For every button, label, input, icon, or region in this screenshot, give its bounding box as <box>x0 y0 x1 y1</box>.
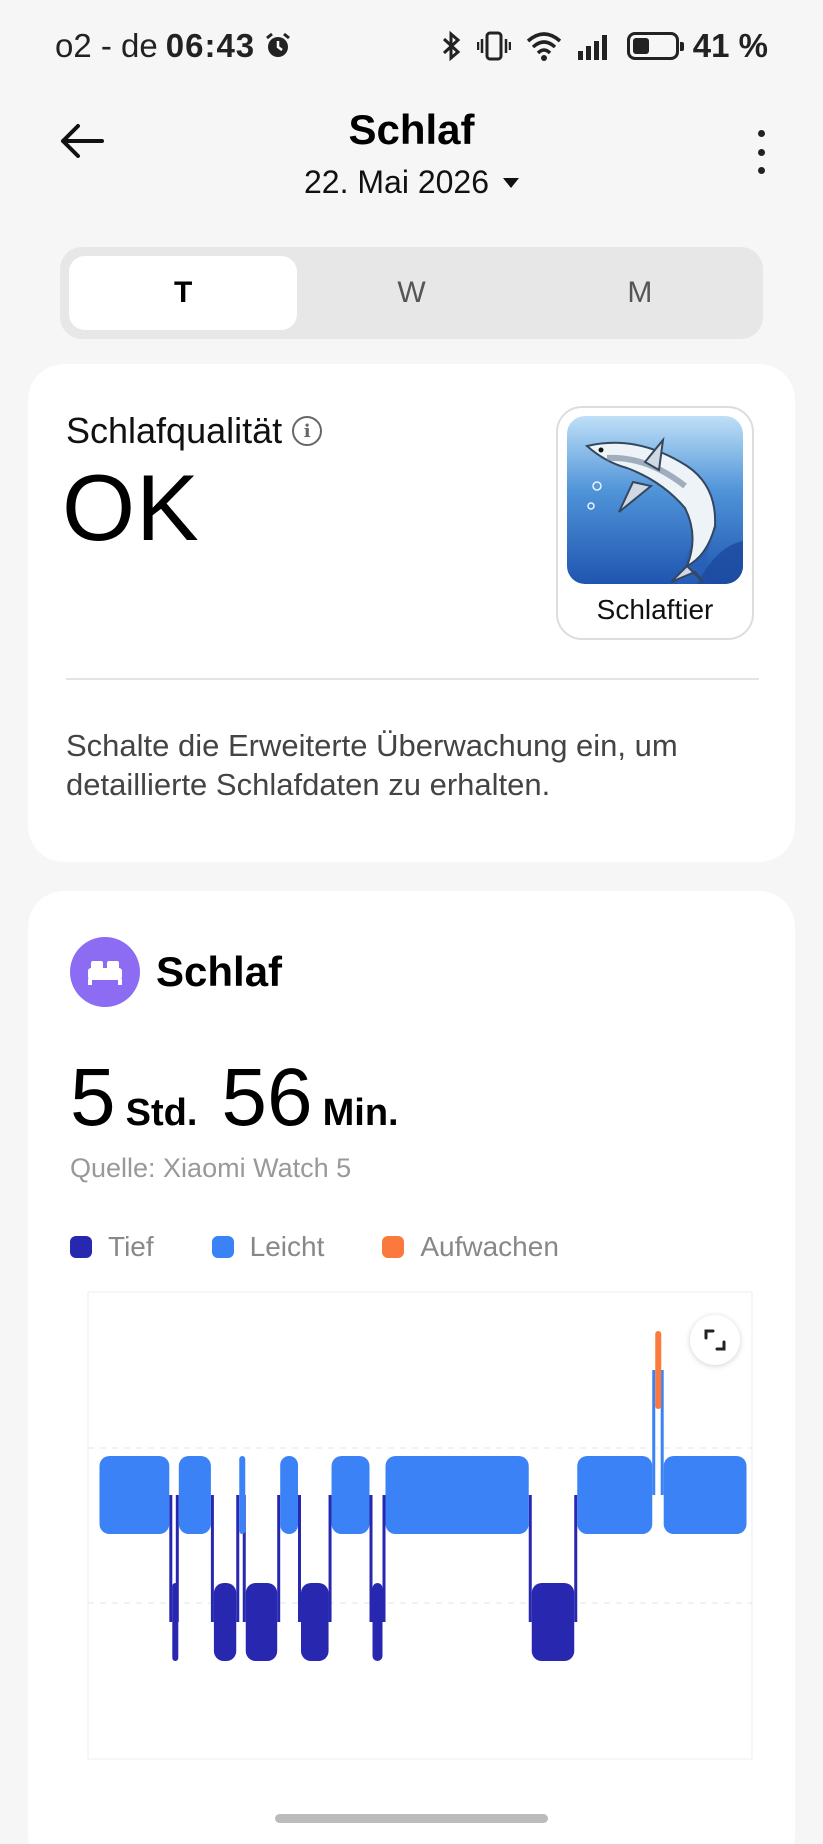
legend-awake: Aufwachen <box>382 1231 559 1263</box>
sleep-segment-leicht <box>239 1456 246 1534</box>
sleep-segment-tief <box>372 1583 383 1661</box>
alarm-icon <box>263 31 293 61</box>
date-label: 22. Mai 2026 <box>303 164 489 200</box>
vibrate-icon <box>476 30 511 62</box>
sleep-segment-leicht <box>331 1456 370 1534</box>
wifi-icon <box>525 30 563 62</box>
quality-label: Schlafqualität <box>66 410 283 451</box>
legend-swatch-deep <box>70 1236 92 1258</box>
duration-minutes-unit: Min. <box>322 1092 399 1134</box>
tab-month[interactable]: M <box>526 256 754 330</box>
more-dot-icon <box>757 130 765 137</box>
info-icon[interactable]: i <box>292 416 323 446</box>
sleep-segment-tief <box>301 1583 329 1661</box>
legend-label-awake: Aufwachen <box>420 1231 559 1262</box>
sleep-segment-leicht <box>178 1456 211 1534</box>
sleep-card[interactable]: Schlaf 5 Std. 56 Min. Quelle: Xiaomi Wat… <box>28 891 795 1844</box>
chart-legend: Tief Leicht Aufwachen <box>70 1231 559 1263</box>
sleep-card-header: Schlaf <box>70 937 282 1007</box>
sleep-segment-tief <box>213 1583 237 1661</box>
more-options-button[interactable] <box>749 130 773 174</box>
sleep-stage-chart[interactable] <box>68 1291 754 1761</box>
carrier-label: o2 - de <box>55 27 158 64</box>
signal-icon <box>577 31 613 61</box>
advanced-monitoring-hint[interactable]: Schalte die Erweiterte Überwachung ein, … <box>66 726 766 804</box>
home-indicator[interactable] <box>275 1814 548 1823</box>
app-header: Schlaf 22. Mai 2026 <box>0 92 823 232</box>
duration-hours-unit: Std. <box>125 1092 198 1134</box>
sleep-segment-leicht <box>663 1456 747 1534</box>
sleep-segment-leicht <box>385 1456 529 1534</box>
expand-icon <box>704 1329 726 1351</box>
sleep-segment-tief <box>245 1583 278 1661</box>
status-left: o2 - de 06:43 <box>55 27 293 65</box>
sleep-card-title: Schlaf <box>156 948 283 995</box>
page-title: Schlaf <box>348 106 475 153</box>
bed-icon <box>70 937 140 1007</box>
period-tabs: T W M <box>60 247 763 339</box>
legend-light: Leicht <box>211 1231 325 1263</box>
duration-hours: 5 <box>70 1052 116 1143</box>
more-dot-icon <box>757 167 765 174</box>
status-bar: o2 - de 06:43 41 % <box>0 0 823 92</box>
sleep-segment-leicht <box>99 1456 170 1534</box>
status-right: 41 % <box>441 27 768 65</box>
caret-down-icon <box>503 177 519 188</box>
date-selector[interactable]: 22. Mai 2026 <box>0 164 823 201</box>
clock-time: 06:43 <box>165 27 256 64</box>
legend-label-light: Leicht <box>249 1231 325 1262</box>
bluetooth-icon <box>441 30 463 62</box>
quality-value: OK <box>62 455 200 560</box>
tab-day[interactable]: T <box>69 256 298 330</box>
sleep-animal-tile[interactable]: Schlaftier <box>556 406 754 640</box>
legend-label-deep: Tief <box>108 1231 154 1262</box>
sleep-segment-leicht <box>577 1456 653 1534</box>
data-source: Quelle: Xiaomi Watch 5 <box>70 1153 352 1183</box>
tab-week[interactable]: W <box>297 256 525 330</box>
sleep-segment-tief <box>172 1583 179 1661</box>
sleep-segment-leicht <box>280 1456 298 1534</box>
sleep-segment-tief <box>531 1583 575 1661</box>
legend-swatch-light <box>211 1236 234 1258</box>
battery-fill <box>632 38 650 54</box>
expand-chart-button[interactable] <box>690 1315 740 1365</box>
sleep-animal-label: Schlaftier <box>596 594 714 625</box>
shark-image <box>567 416 743 584</box>
more-dot-icon <box>757 148 765 156</box>
legend-deep: Tief <box>70 1231 154 1263</box>
sleep-segment-aufwachen <box>655 1331 662 1409</box>
battery-percent: 41 % <box>692 27 768 64</box>
legend-swatch-awake <box>382 1236 405 1258</box>
duration-minutes: 56 <box>221 1052 313 1143</box>
sleep-duration: 5 Std. 56 Min. <box>70 1051 413 1145</box>
quality-label-row: Schlafqualität i <box>66 410 323 452</box>
divider <box>66 678 759 680</box>
battery-icon <box>626 32 684 60</box>
sleep-quality-card: Schlafqualität i OK Schlaftier Schalte d… <box>28 364 795 862</box>
